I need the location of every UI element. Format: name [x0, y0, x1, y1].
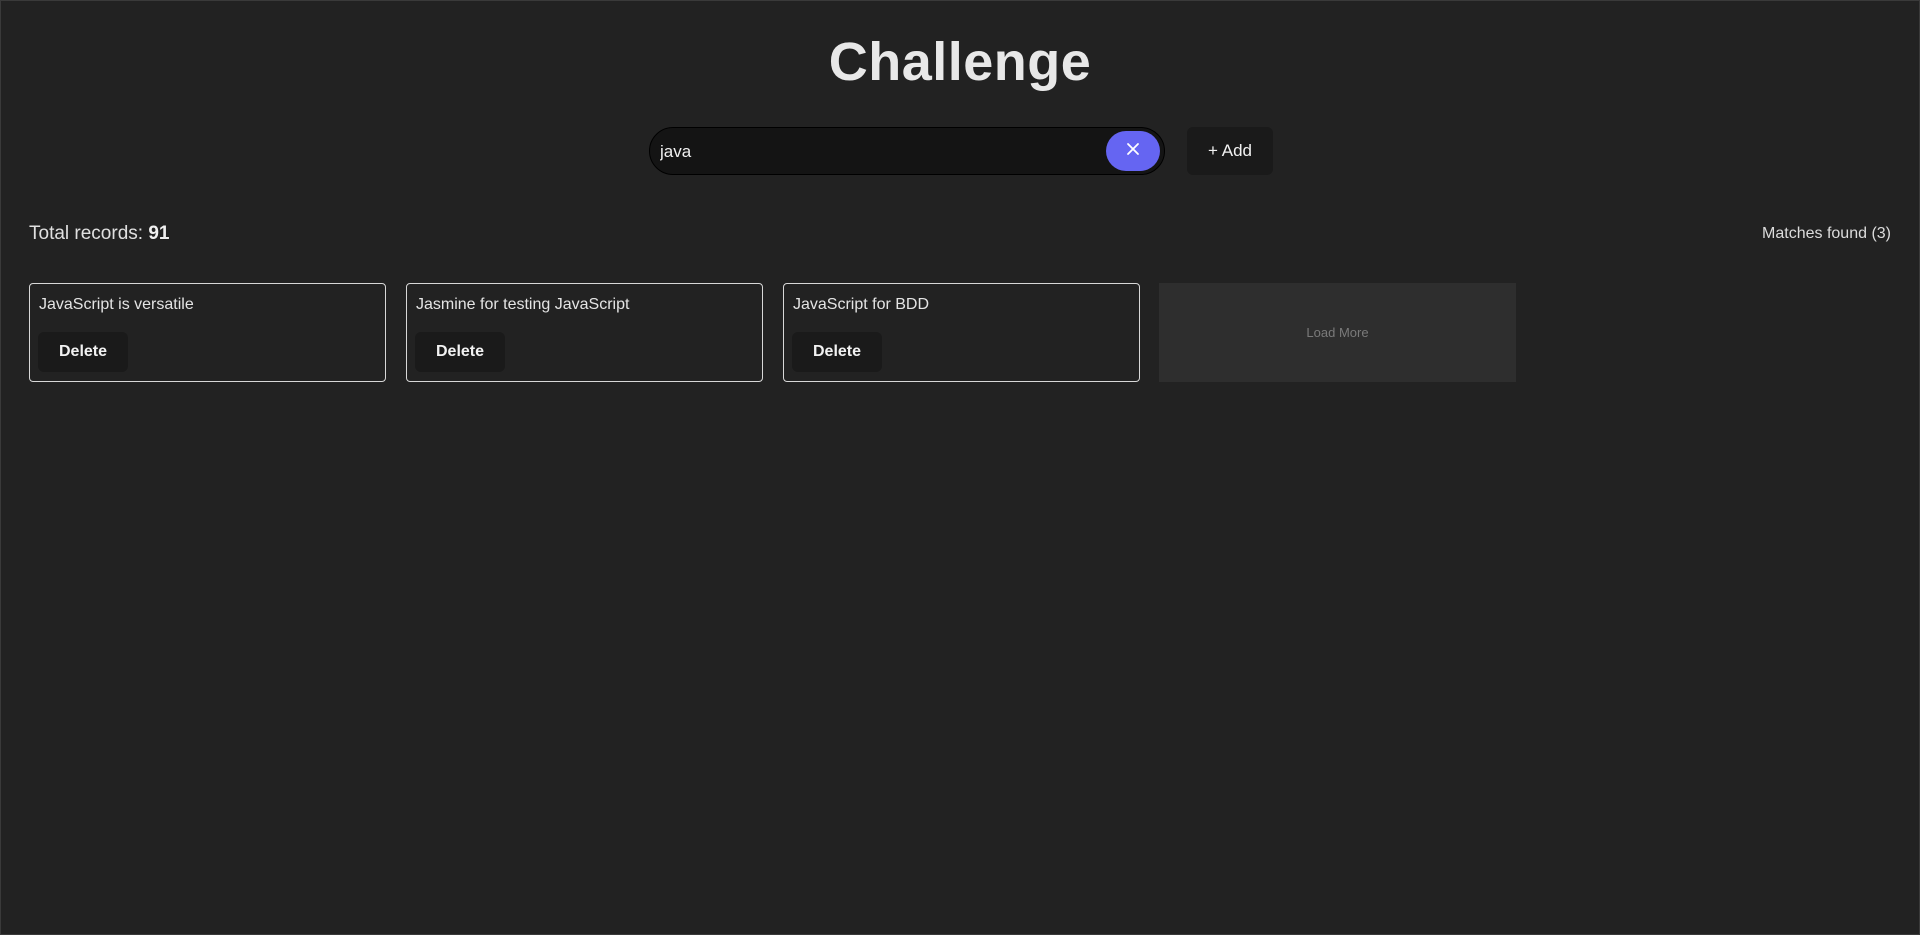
delete-button[interactable]: Delete: [415, 332, 505, 372]
record-card: JavaScript is versatile Delete: [29, 283, 386, 382]
page-title: Challenge: [828, 32, 1092, 92]
record-card: JavaScript for BDD Delete: [783, 283, 1140, 382]
record-card: Jasmine for testing JavaScript Delete: [406, 283, 763, 382]
add-button[interactable]: + Add: [1187, 127, 1273, 175]
delete-button[interactable]: Delete: [792, 332, 882, 372]
total-records: Total records: 91: [29, 223, 169, 245]
close-icon: [1126, 142, 1140, 161]
clear-search-button[interactable]: [1106, 131, 1160, 171]
delete-button[interactable]: Delete: [38, 332, 128, 372]
record-text: JavaScript for BDD: [793, 296, 930, 313]
load-more-button[interactable]: Load More: [1159, 283, 1516, 382]
total-records-value: 91: [148, 223, 170, 244]
total-records-label: Total records:: [29, 223, 149, 244]
matches-found: Matches found (3): [1762, 225, 1891, 242]
search-input[interactable]: [658, 136, 1092, 168]
record-text: JavaScript is versatile: [39, 296, 194, 313]
app-window: Challenge + Add Total records: 91 Matche…: [0, 0, 1920, 935]
search-bar: [649, 127, 1165, 175]
record-text: Jasmine for testing JavaScript: [416, 296, 630, 313]
